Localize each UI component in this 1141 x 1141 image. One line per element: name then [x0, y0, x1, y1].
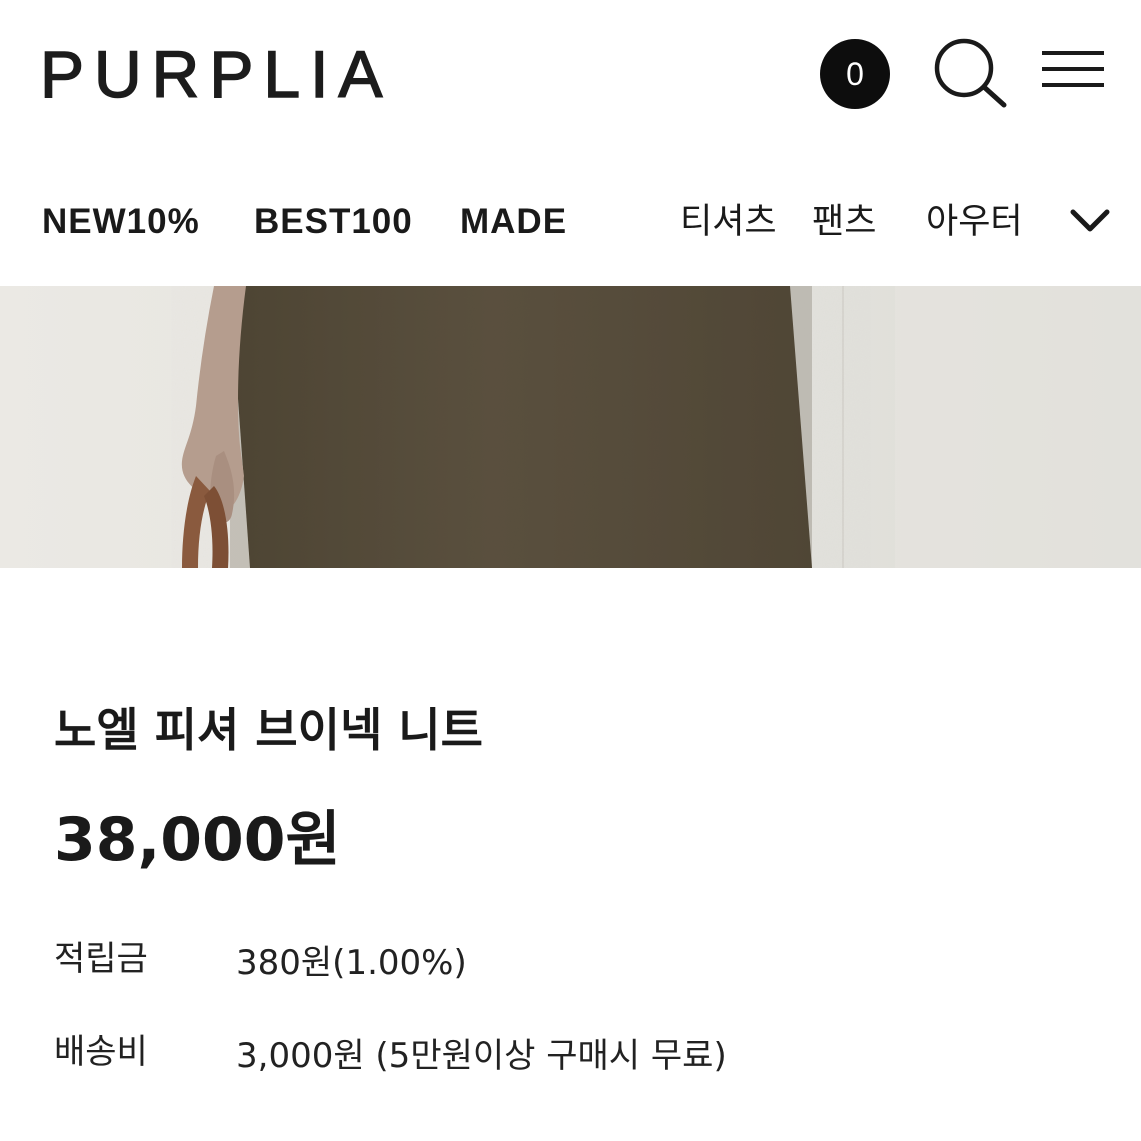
nav-item-best[interactable]: BEST100: [254, 190, 413, 254]
shipping-value: 3,000원 (5만원이상 구매시 무료): [236, 1036, 727, 1076]
nav-item-new[interactable]: NEW10%: [42, 190, 200, 254]
product-image: [0, 286, 1141, 568]
nav-item-pants[interactable]: 팬츠: [812, 190, 876, 254]
cart-count-badge[interactable]: 0: [820, 39, 890, 109]
brand-logo[interactable]: PURPLIA: [39, 34, 392, 114]
search-icon[interactable]: [932, 36, 1008, 108]
nav-item-outer[interactable]: 아우터: [926, 190, 1023, 254]
chevron-down-icon[interactable]: [1070, 208, 1110, 234]
nav-item-tshirts[interactable]: 티셔츠: [680, 190, 777, 254]
points-label: 적립금: [54, 939, 148, 979]
shipping-label: 배송비: [54, 1032, 148, 1072]
product-price: 38,000원: [54, 805, 341, 875]
hamburger-menu-icon[interactable]: [1042, 50, 1104, 90]
top-header: PURPLIA 0: [0, 0, 1141, 150]
product-photo: [0, 286, 1141, 568]
nav-item-made[interactable]: MADE: [460, 190, 567, 254]
product-name: 노엘 피셔 브이넥 니트: [54, 703, 483, 757]
points-value: 380원(1.00%): [236, 943, 467, 983]
category-nav: NEW10% BEST100 MADE 티셔츠 팬츠 아우터: [0, 190, 1141, 254]
